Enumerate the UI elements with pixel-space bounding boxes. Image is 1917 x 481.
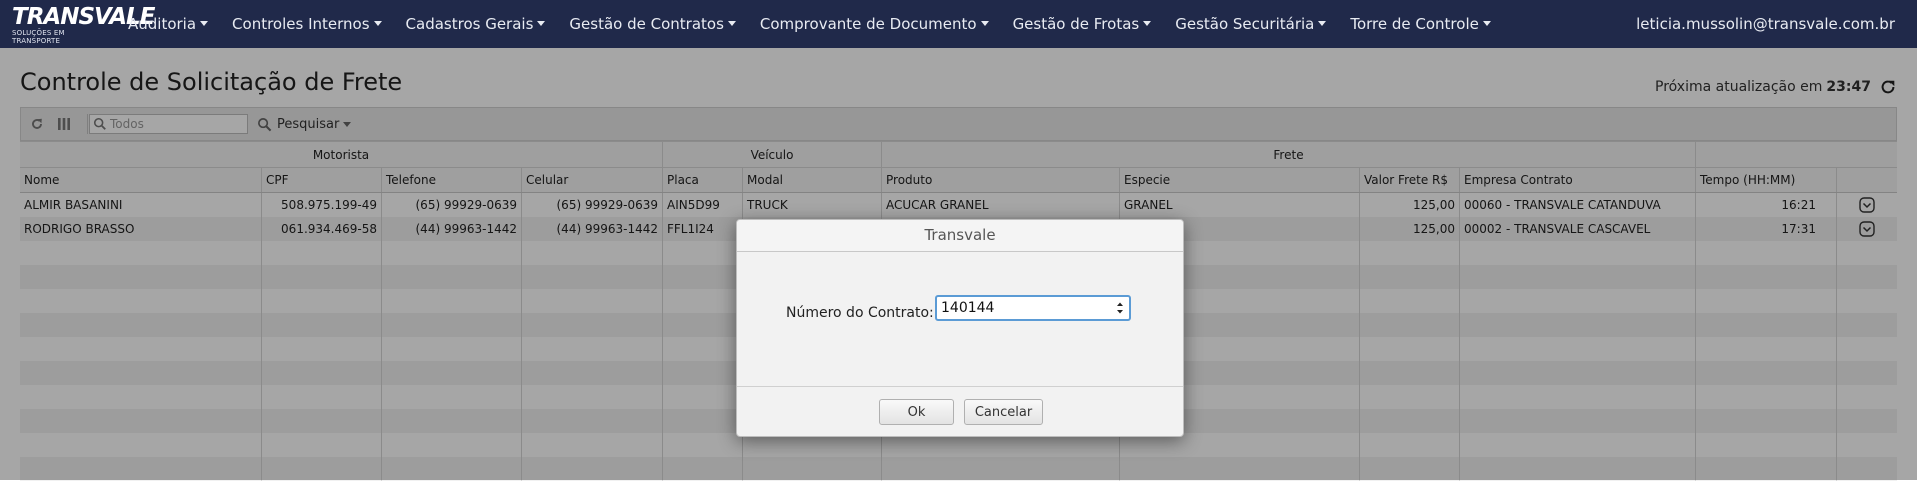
logo-sub-text: SOLUÇÕES EM TRANSPORTE xyxy=(12,29,65,45)
menu-torre-controle[interactable]: Torre de Controle xyxy=(1350,15,1491,33)
menu-auditoria[interactable]: Auditoria xyxy=(128,15,209,33)
menu-gestao-frotas[interactable]: Gestão de Frotas xyxy=(1013,15,1152,33)
contract-number-label: Número do Contrato: xyxy=(786,305,934,321)
contract-number-input[interactable]: 140144 xyxy=(935,295,1131,321)
dialog-footer: Ok Cancelar xyxy=(737,386,1183,436)
transvale-logo[interactable]: TRANSVALE SOLUÇÕES EM TRANSPORTE xyxy=(12,4,155,45)
caret-down-icon xyxy=(1482,21,1491,26)
contract-dialog: Transvale Número do Contrato: 140144 Ok … xyxy=(736,219,1184,437)
caret-down-icon xyxy=(200,21,209,26)
cancel-button[interactable]: Cancelar xyxy=(964,399,1043,425)
main-menu: Auditoria Controles Internos Cadastros G… xyxy=(128,0,1515,48)
logo-main-text: TRANSVALE xyxy=(12,4,155,30)
menu-comprovante-documento[interactable]: Comprovante de Documento xyxy=(760,15,989,33)
caret-down-icon xyxy=(1143,21,1152,26)
dialog-title: Transvale xyxy=(737,220,1183,252)
caret-down-icon xyxy=(1318,21,1327,26)
menu-controles-internos[interactable]: Controles Internos xyxy=(232,15,382,33)
dialog-body: Número do Contrato: 140144 xyxy=(737,252,1183,385)
caret-down-icon xyxy=(727,21,736,26)
ok-button[interactable]: Ok xyxy=(879,399,954,425)
menu-gestao-contratos[interactable]: Gestão de Contratos xyxy=(569,15,736,33)
menu-cadastros-gerais[interactable]: Cadastros Gerais xyxy=(406,15,546,33)
contract-number-value: 140144 xyxy=(941,300,995,316)
caret-down-icon xyxy=(980,21,989,26)
caret-down-icon xyxy=(373,21,382,26)
spinner-arrows-icon[interactable] xyxy=(1116,301,1124,315)
user-menu[interactable]: leticia.mussolin@transvale.com.br xyxy=(1636,15,1895,33)
caret-down-icon xyxy=(537,21,546,26)
menu-gestao-securitaria[interactable]: Gestão Securitária xyxy=(1175,15,1327,33)
top-navbar: TRANSVALE SOLUÇÕES EM TRANSPORTE Auditor… xyxy=(0,0,1917,48)
